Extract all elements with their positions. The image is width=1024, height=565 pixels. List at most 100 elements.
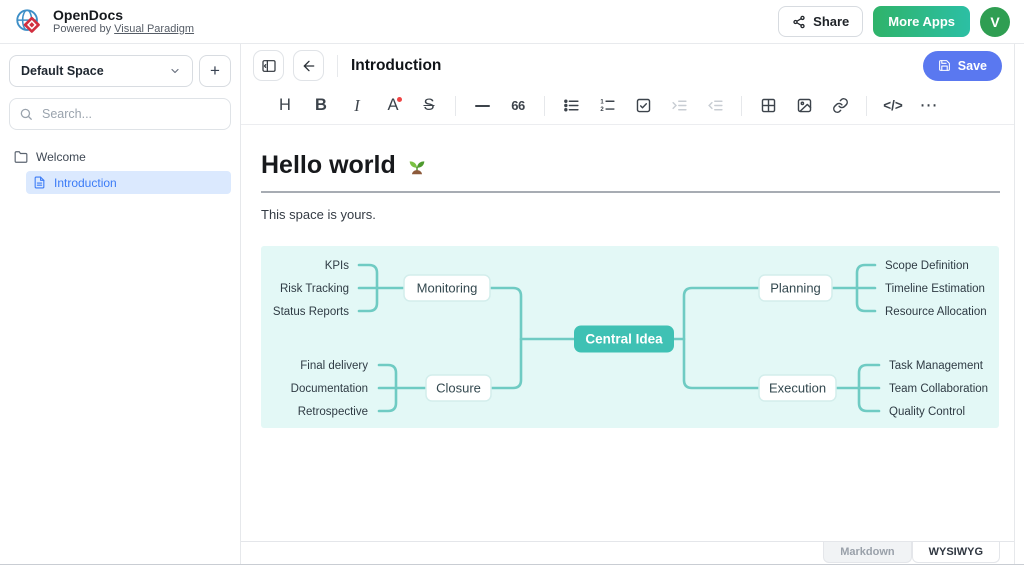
link-button[interactable] [822,91,858,121]
opendocs-window: OpenDocs Powered by Visual Paradigm Shar… [0,0,1024,565]
mindmap-branch-label: Planning [770,281,821,296]
mindmap-branch-label: Execution [769,381,826,396]
doc-paragraph: This space is yours. [261,207,1000,222]
code-button[interactable]: </> [875,91,911,121]
mindmap-leaf-label: Task Management [889,360,984,372]
opendocs-logo-icon [14,7,44,37]
mindmap-connector [859,365,879,388]
bold-button[interactable]: B [303,91,339,121]
search-box [9,98,231,130]
tab-wysiwyg[interactable]: WYSIWYG [912,542,1000,563]
brand: OpenDocs Powered by Visual Paradigm [14,7,194,37]
mindmap-branch-label: Closure [436,381,481,396]
mindmap-connector [379,388,396,411]
mindmap-leaf-label: KPIs [325,260,350,272]
mindmap-leaf-label: Retrospective [298,406,368,418]
horizontal-rule-button[interactable] [464,91,500,121]
ordered-list-icon: 12 [599,97,616,114]
font-color-button[interactable]: A [375,91,411,121]
visual-paradigm-link[interactable]: Visual Paradigm [114,23,194,35]
save-icon [938,59,951,72]
image-button[interactable] [786,91,822,121]
mindmap-connector [379,365,396,388]
mindmap-leaf-label: Documentation [291,383,368,395]
doc-title: Introduction [351,57,441,75]
avatar[interactable]: V [980,7,1010,37]
space-selector[interactable]: Default Space [9,55,193,87]
mindmap-leaf-label: Final delivery [300,360,368,372]
outdent-icon [707,97,724,114]
indent-icon [671,97,688,114]
brand-text: OpenDocs Powered by Visual Paradigm [53,8,194,36]
mindmap-connector [359,265,377,288]
heading-button[interactable]: H [267,91,303,121]
bullet-list-icon [563,97,580,114]
link-icon [832,97,849,114]
save-button[interactable]: Save [923,51,1002,81]
toolbar-divider [455,96,456,116]
mindmap-leaf-label: Risk Tracking [280,283,349,295]
doc-header: Introduction Save [241,44,1014,87]
more-apps-button[interactable]: More Apps [873,6,970,37]
indent-button[interactable] [661,91,697,121]
task-list-button[interactable] [625,91,661,121]
mindmap-center-label: Central Idea [585,332,663,347]
powered-by: Powered by Visual Paradigm [53,23,194,36]
tab-markdown[interactable]: Markdown [823,542,911,563]
quote-button[interactable]: 66 [500,91,536,121]
mindmap-leaf-label: Status Reports [273,306,349,318]
mindmap-branch-label: Monitoring [417,281,478,296]
mindmap-leaf-label: Resource Allocation [885,306,987,318]
bullet-list-button[interactable] [553,91,589,121]
sidebar-item-introduction[interactable]: Introduction [26,171,231,194]
add-space-button[interactable]: + [199,55,231,87]
ordered-list-button[interactable]: 12 [589,91,625,121]
document-icon [33,176,46,189]
mindmap-leaf-label: Team Collaboration [889,383,988,395]
toolbar-divider [866,96,867,116]
heading-rule [261,191,1000,193]
divider [337,55,338,77]
horizontal-rule-icon [475,105,490,107]
seedling-emoji [406,155,428,177]
header-actions: Share More Apps V [778,6,1010,37]
task-list-icon [635,97,652,114]
search-input[interactable] [40,106,221,122]
mindmap-leaf-label: Timeline Estimation [885,283,985,295]
app-header: OpenDocs Powered by Visual Paradigm Shar… [0,0,1024,44]
italic-button[interactable]: I [339,91,375,121]
mindmap-leaf-label: Quality Control [889,406,965,418]
mindmap-connector [859,388,879,411]
sidebar-item-welcome[interactable]: Welcome [9,145,231,168]
toggle-sidebar-button[interactable] [253,50,284,81]
mindmap-diagram[interactable]: Monitoring KPIs Risk Tracking Status Report… [261,246,999,428]
editor-pane: Introduction Save H B I A S 66 [241,44,1015,564]
page-tree: Welcome Introduction [9,145,231,194]
more-button[interactable]: ⋯ [911,91,947,121]
doc-content[interactable]: Hello world This space is yours. Monitor… [241,125,1014,541]
color-dot [397,97,402,102]
image-icon [796,97,813,114]
sidebar: Default Space + Welcome [0,44,241,564]
mindmap-connector [857,288,875,311]
format-toolbar: H B I A S 66 12 [241,87,1014,125]
table-icon [760,97,777,114]
toolbar-divider [741,96,742,116]
folder-icon [14,150,28,164]
strikethrough-button[interactable]: S [411,91,447,121]
table-button[interactable] [750,91,786,121]
editor-statusbar: Markdown WYSIWYG [241,541,1014,564]
chevron-down-icon [169,65,181,77]
outdent-button[interactable] [697,91,733,121]
share-button[interactable]: Share [778,6,863,37]
mindmap-connector [490,288,521,388]
share-icon [792,15,806,29]
mindmap-connector [684,288,759,388]
scrollbar-gutter[interactable] [1015,44,1024,564]
svg-text:1: 1 [600,99,604,105]
back-button[interactable] [293,50,324,81]
mindmap-connector [359,288,377,311]
app-title: OpenDocs [53,8,194,23]
search-icon [19,107,33,121]
doc-heading: Hello world [261,151,1000,180]
